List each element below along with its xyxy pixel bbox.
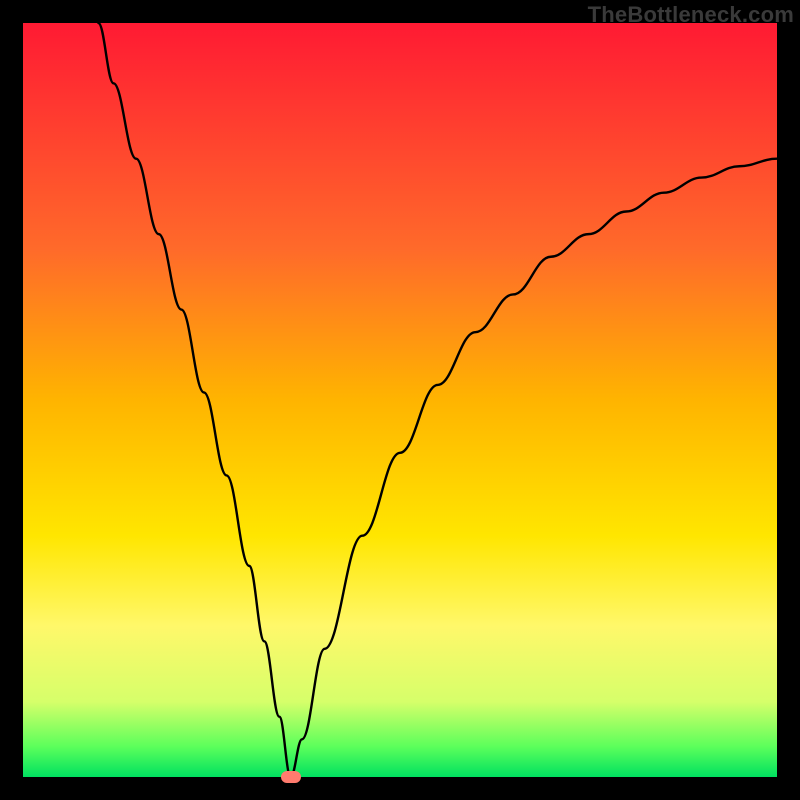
bottleneck-curve <box>23 23 777 777</box>
chart-frame: TheBottleneck.com <box>0 0 800 800</box>
minimum-marker <box>281 771 301 783</box>
plot-area <box>23 23 777 777</box>
